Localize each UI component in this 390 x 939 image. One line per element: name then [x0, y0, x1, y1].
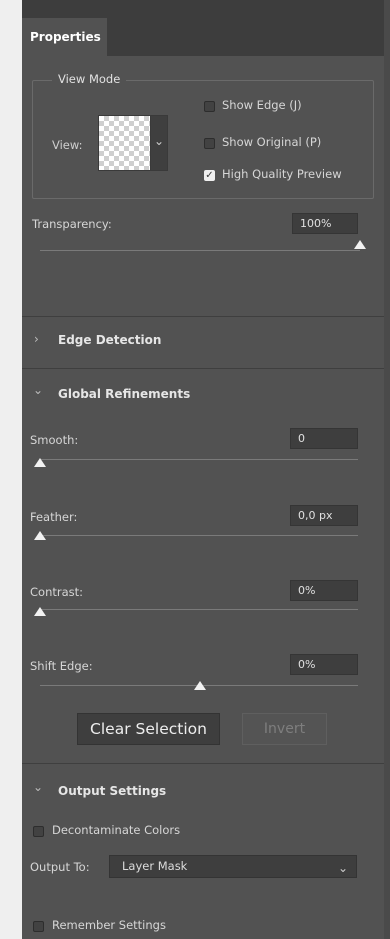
- view-mode-group: [32, 80, 374, 199]
- contrast-label: Contrast:: [30, 585, 84, 599]
- canvas-edge: [0, 0, 22, 939]
- shift-edge-input[interactable]: 0%: [290, 654, 358, 675]
- chevron-down-icon: ⌄: [337, 861, 348, 875]
- smooth-input[interactable]: 0: [290, 428, 358, 449]
- show-edge-checkbox[interactable]: [204, 101, 215, 112]
- view-mode-thumbnail[interactable]: [98, 115, 152, 171]
- contrast-input[interactable]: 0%: [290, 580, 358, 601]
- chevron-down-icon: ⌄: [154, 134, 165, 148]
- smooth-slider-handle[interactable]: [34, 458, 46, 467]
- remember-settings-label: Remember Settings: [52, 918, 166, 932]
- chevron-right-icon[interactable]: ›: [34, 332, 39, 346]
- shift-edge-slider-handle[interactable]: [194, 681, 206, 690]
- output-settings-header[interactable]: Output Settings: [58, 784, 166, 798]
- transparency-slider-handle[interactable]: [354, 240, 366, 249]
- chevron-down-icon[interactable]: ⌄: [33, 383, 43, 397]
- contrast-slider-handle[interactable]: [34, 607, 46, 616]
- view-mode-legend: View Mode: [52, 72, 127, 86]
- feather-input[interactable]: 0,0 px: [290, 505, 358, 526]
- clear-selection-button[interactable]: Clear Selection: [77, 713, 220, 745]
- panel-right-edge: [384, 0, 390, 939]
- output-to-select[interactable]: Layer Mask ⌄: [109, 855, 357, 878]
- high-quality-preview-label: High Quality Preview: [222, 167, 342, 181]
- transparency-input[interactable]: 100%: [292, 213, 358, 234]
- divider: [22, 763, 384, 764]
- shift-edge-label: Shift Edge:: [30, 659, 93, 673]
- divider: [22, 316, 384, 317]
- tab-properties[interactable]: Properties: [22, 18, 107, 56]
- transparency-slider-track[interactable]: [40, 250, 360, 251]
- output-to-value: Layer Mask: [122, 859, 188, 873]
- panel-tab-bar: Properties: [22, 0, 384, 56]
- decontaminate-colors-checkbox[interactable]: [33, 826, 44, 837]
- contrast-slider-track[interactable]: [40, 609, 358, 610]
- invert-button[interactable]: Invert: [242, 713, 327, 745]
- feather-slider-track[interactable]: [40, 535, 358, 536]
- view-label: View:: [52, 138, 83, 152]
- edge-detection-header[interactable]: Edge Detection: [58, 333, 161, 347]
- show-edge-label: Show Edge (J): [222, 98, 302, 112]
- decontaminate-colors-label: Decontaminate Colors: [52, 823, 181, 837]
- high-quality-preview-checkbox[interactable]: ✓: [204, 170, 215, 181]
- smooth-label: Smooth:: [30, 433, 79, 447]
- feather-label: Feather:: [30, 510, 78, 524]
- feather-slider-handle[interactable]: [34, 531, 46, 540]
- global-refinements-header[interactable]: Global Refinements: [58, 387, 190, 401]
- output-to-label: Output To:: [30, 860, 90, 874]
- remember-settings-checkbox[interactable]: [33, 921, 44, 932]
- divider: [22, 368, 384, 369]
- show-original-label: Show Original (P): [222, 135, 322, 149]
- smooth-slider-track[interactable]: [40, 459, 358, 460]
- view-mode-dropdown[interactable]: ⌄: [150, 115, 168, 171]
- properties-panel: Properties View Mode View: ⌄ Show Edge (…: [22, 0, 384, 939]
- transparency-label: Transparency:: [32, 217, 112, 231]
- chevron-down-icon[interactable]: ⌄: [33, 780, 43, 794]
- show-original-checkbox[interactable]: [204, 138, 215, 149]
